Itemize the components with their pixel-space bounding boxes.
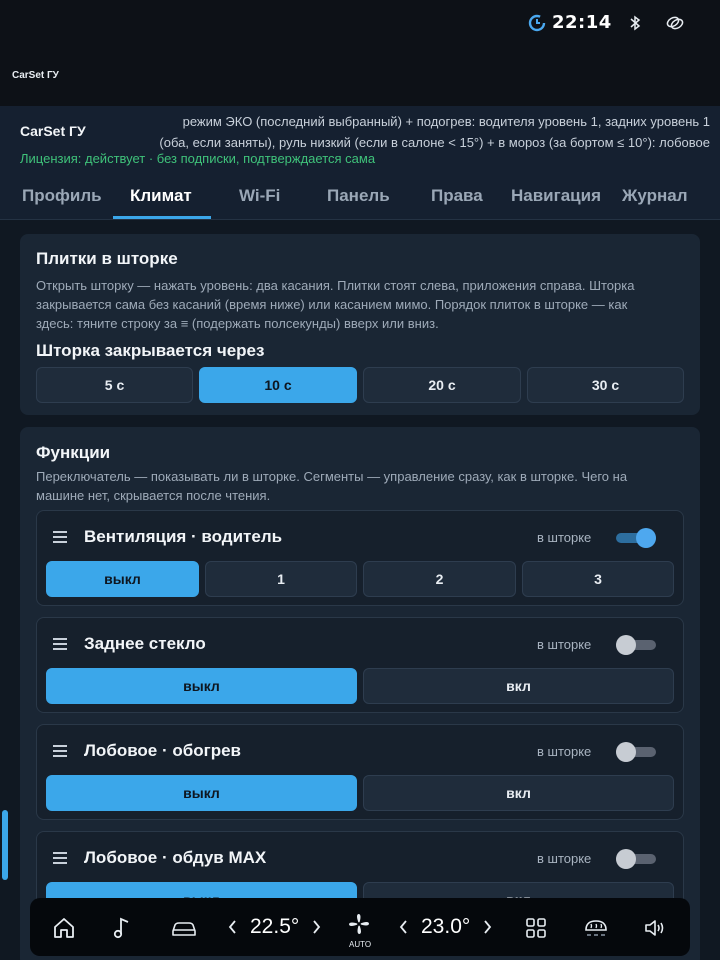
status-bar: 22:14	[0, 0, 720, 48]
close-timeout-20s[interactable]: 20 с	[363, 367, 521, 403]
function-row-windshield-heat: Лобовое · обогрев в шторке выкл вкл	[36, 724, 684, 820]
rear-defrost-icon[interactable]	[583, 916, 609, 940]
tab-bar: Профиль Климат Wi-Fi Панель Права Навига…	[0, 178, 720, 220]
chevron-left-icon[interactable]	[399, 919, 409, 935]
segment-on[interactable]: вкл	[363, 775, 674, 811]
segment-level-3[interactable]: 3	[522, 561, 674, 597]
close-timeout-10s[interactable]: 10 с	[199, 367, 357, 403]
tab-panel[interactable]: Панель	[327, 186, 390, 206]
function-title: Вентиляция · водитель	[84, 527, 283, 546]
tab-wifi[interactable]: Wi-Fi	[239, 186, 280, 206]
functions-desc-line-2: машине нет, скрывается после чтения.	[36, 488, 271, 503]
chevron-right-icon[interactable]	[311, 919, 321, 935]
functions-card-title: Функции	[36, 443, 111, 462]
apps-grid-icon[interactable]	[524, 916, 548, 940]
bluetooth-icon	[630, 15, 641, 31]
tab-navigation[interactable]: Навигация	[511, 186, 601, 206]
in-shade-label: в шторке	[537, 637, 592, 652]
drag-handle-icon[interactable]	[53, 531, 67, 543]
fan-icon[interactable]	[347, 912, 371, 936]
tiles-card-title: Плитки в шторке	[36, 249, 178, 268]
tab-profile[interactable]: Профиль	[22, 186, 102, 206]
function-row-rear-window: Заднее стекло в шторке выкл вкл	[36, 617, 684, 713]
in-shade-label: в шторке	[537, 851, 592, 866]
segment-off[interactable]: выкл	[46, 561, 199, 597]
in-shade-label: в шторке	[537, 744, 592, 759]
chevron-left-icon[interactable]	[228, 919, 238, 935]
functions-card-description: Переключатель — показывать ли в шторке. …	[36, 467, 686, 505]
fan-auto-label: AUTO	[349, 940, 372, 949]
vehicle-bottom-bar: 22.5° AUTO 23.0°	[30, 898, 690, 956]
music-icon[interactable]	[111, 916, 135, 940]
status-clock: 22:14	[552, 12, 612, 33]
tiles-card-description: Открыть шторку — нажать уровень: два кас…	[36, 276, 686, 333]
volume-icon[interactable]	[643, 916, 667, 940]
in-shade-toggle[interactable]	[616, 635, 656, 655]
app-header: CarSet ГУ режим ЭКО (последний выбранный…	[0, 106, 720, 220]
tab-rights[interactable]: Права	[431, 186, 483, 206]
license-status: Лицензия: действует · без подписки, подт…	[20, 151, 376, 166]
app-top-strip: CarSet ГУ	[0, 48, 720, 106]
in-shade-toggle[interactable]	[616, 849, 656, 869]
drag-handle-icon[interactable]	[53, 852, 67, 864]
segment-level-1[interactable]: 1	[205, 561, 357, 597]
segment-on[interactable]: вкл	[363, 668, 674, 704]
tiles-desc-line-2: закрывается сама без касаний (время ниже…	[36, 297, 628, 312]
tab-climate[interactable]: Климат	[130, 186, 192, 206]
scroll-indicator[interactable]	[2, 810, 8, 880]
drag-handle-icon[interactable]	[53, 745, 67, 757]
tiles-desc-line-1: Открыть шторку — нажать уровень: два кас…	[36, 278, 635, 293]
in-shade-label: в шторке	[537, 530, 592, 545]
function-title: Заднее стекло	[84, 634, 206, 653]
mode-line-2: (оба, если заняты), руль низкий (если в …	[159, 135, 710, 150]
current-mode-summary: режим ЭКО (последний выбранный) + подогр…	[116, 111, 710, 153]
chevron-right-icon[interactable]	[482, 919, 492, 935]
home-icon[interactable]	[52, 916, 76, 940]
tiles-card: Плитки в шторке Открыть шторку — нажать …	[20, 234, 700, 415]
passenger-temperature: 23.0°	[421, 915, 471, 938]
close-timeout-30s[interactable]: 30 с	[527, 367, 684, 403]
close-timeout-5s[interactable]: 5 с	[36, 367, 193, 403]
function-title: Лобовое · обогрев	[84, 741, 242, 760]
in-shade-toggle[interactable]	[616, 742, 656, 762]
segment-off[interactable]: выкл	[46, 668, 357, 704]
segment-off[interactable]: выкл	[46, 775, 357, 811]
app-name: CarSet ГУ	[20, 123, 86, 139]
app-title-small: CarSet ГУ	[12, 70, 59, 81]
in-shade-toggle[interactable]	[616, 528, 656, 548]
mode-line-1: режим ЭКО (последний выбранный) + подогр…	[182, 114, 710, 129]
car-icon[interactable]	[170, 916, 198, 940]
drag-handle-icon[interactable]	[53, 638, 67, 650]
segment-level-2[interactable]: 2	[363, 561, 516, 597]
link-icon	[666, 16, 684, 30]
function-row-driver-ventilation: Вентиляция · водитель в шторке выкл 1 2 …	[36, 510, 684, 606]
driver-temperature: 22.5°	[250, 915, 300, 938]
tab-journal[interactable]: Журнал	[622, 186, 688, 206]
functions-card: Функции Переключатель — показывать ли в …	[20, 427, 700, 960]
tiles-desc-line-3: здесь: тяните строку за ≡ (подержать пол…	[36, 316, 439, 331]
close-timeout-title: Шторка закрывается через	[36, 341, 265, 360]
function-title: Лобовое · обдув MAX	[84, 848, 267, 867]
clock-icon	[528, 14, 546, 32]
main-content[interactable]: Плитки в шторке Открыть шторку — нажать …	[0, 220, 720, 960]
functions-desc-line-1: Переключатель — показывать ли в шторке. …	[36, 469, 628, 484]
